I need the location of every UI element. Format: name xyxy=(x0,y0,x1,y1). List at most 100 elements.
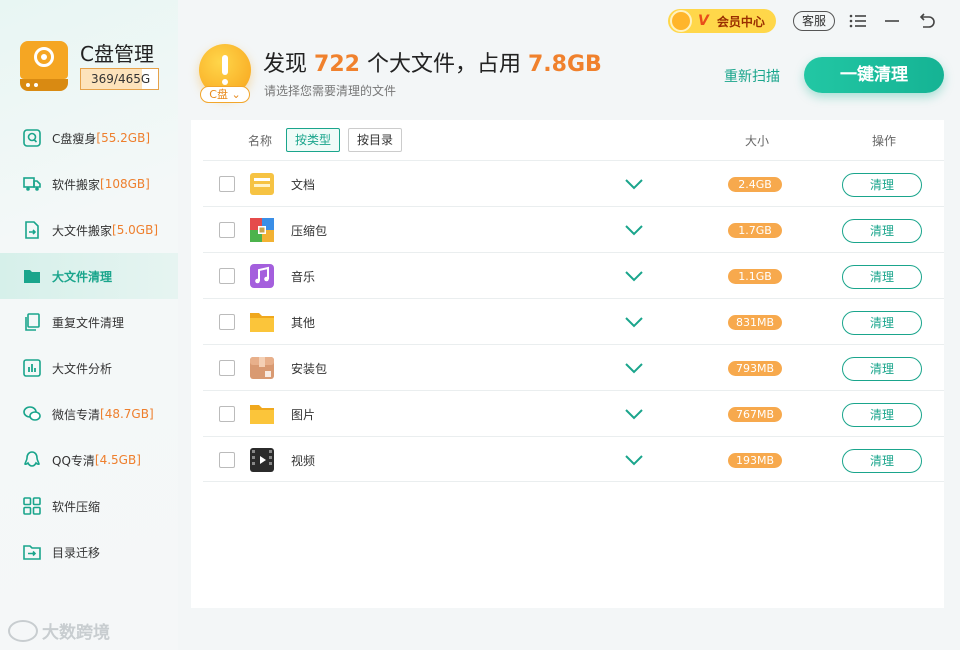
chevron-down-icon[interactable] xyxy=(623,404,645,424)
table-row: 压缩包 1.7GB 清理 xyxy=(203,206,944,252)
sidebar-item-directory-migrate[interactable]: 目录迁移 xyxy=(0,529,178,575)
sidebar-item-c-slim[interactable]: C盘瘦身 [55.2GB] xyxy=(0,115,178,161)
table-row: 文档 2.4GB 清理 xyxy=(203,160,944,206)
folder-migrate-icon xyxy=(22,542,42,562)
disk-usage-bar: 369/465G xyxy=(80,68,159,90)
row-name: 其他 xyxy=(291,316,316,330)
folder-icon xyxy=(249,401,275,427)
vip-badge: V xyxy=(698,13,709,29)
row-name: 安装包 xyxy=(291,362,328,376)
row-name: 音乐 xyxy=(291,270,316,284)
chevron-down-icon[interactable] xyxy=(623,358,645,378)
row-checkbox[interactable] xyxy=(219,314,235,330)
clean-button[interactable]: 清理 xyxy=(842,219,922,243)
tab-by-type[interactable]: 按类型 xyxy=(286,128,340,152)
column-action: 操作 xyxy=(872,134,897,148)
file-list-panel: 名称 按类型 按目录 大小 操作 文档 2.4GB 清理 压缩包 1.7GB 清… xyxy=(191,120,944,608)
clean-button[interactable]: 清理 xyxy=(842,311,922,335)
sidebar-item-label: 大文件搬家 xyxy=(52,223,113,238)
clean-button[interactable]: 清理 xyxy=(842,173,922,197)
menu-icon[interactable] xyxy=(847,10,869,32)
clean-button[interactable]: 清理 xyxy=(842,265,922,289)
sidebar-item-large-file-analysis[interactable]: 大文件分析 xyxy=(0,345,178,391)
row-checkbox[interactable] xyxy=(219,222,235,238)
table-row: 音乐 1.1GB 清理 xyxy=(203,252,944,298)
chevron-down-icon[interactable] xyxy=(623,266,645,286)
file-move-icon xyxy=(22,220,42,240)
row-checkbox[interactable] xyxy=(219,176,235,192)
back-icon[interactable] xyxy=(915,10,937,32)
clean-button[interactable]: 清理 xyxy=(842,403,922,427)
chevron-down-icon[interactable] xyxy=(623,450,645,470)
row-checkbox[interactable] xyxy=(219,452,235,468)
row-name: 视频 xyxy=(291,454,316,468)
size-badge: 831MB xyxy=(728,315,782,330)
size-badge: 1.7GB xyxy=(728,223,782,238)
sidebar-item-label: 重复文件清理 xyxy=(52,315,125,330)
sidebar-item-software-compress[interactable]: 软件压缩 xyxy=(0,483,178,529)
magnifier-icon xyxy=(22,128,42,148)
column-size: 大小 xyxy=(745,134,770,148)
folder-icon xyxy=(249,309,275,335)
sidebar-item-size: [108GB] xyxy=(100,177,150,191)
sidebar-item-large-file-clean[interactable]: 大文件清理 xyxy=(0,253,178,299)
file-count: 722 xyxy=(314,52,360,77)
truck-icon xyxy=(22,174,42,194)
row-checkbox[interactable] xyxy=(219,268,235,284)
size-badge: 193MB xyxy=(728,453,782,468)
headline-mid: 个大文件，占用 xyxy=(366,52,521,77)
video-icon xyxy=(249,447,275,473)
app-title: C盘管理 xyxy=(80,42,154,66)
hard-drive-logo-icon xyxy=(20,41,68,91)
sidebar-item-label: C盘瘦身 xyxy=(52,131,97,146)
chevron-down-icon[interactable] xyxy=(623,174,645,194)
table-row: 视频 193MB 清理 xyxy=(203,436,944,482)
size-badge: 2.4GB xyxy=(728,177,782,192)
sidebar-item-label: 软件搬家 xyxy=(52,177,101,192)
minimize-icon[interactable] xyxy=(881,10,903,32)
watermark-logo-icon xyxy=(8,619,38,642)
total-size: 7.8GB xyxy=(527,52,602,77)
watermark: 大数跨境 xyxy=(8,618,110,643)
row-checkbox[interactable] xyxy=(219,406,235,422)
sidebar-item-label: 大文件清理 xyxy=(52,269,113,284)
chevron-down-icon[interactable] xyxy=(623,220,645,240)
sidebar-item-large-file-move[interactable]: 大文件搬家 [5.0GB] xyxy=(0,207,178,253)
size-badge: 767MB xyxy=(728,407,782,422)
sidebar-item-label: 大文件分析 xyxy=(52,361,113,376)
sidebar-item-qq-clean[interactable]: QQ专清 [4.5GB] xyxy=(0,437,178,483)
headline-prefix: 发现 xyxy=(263,52,308,77)
document-icon xyxy=(249,171,275,197)
chart-icon xyxy=(22,358,42,378)
sidebar: C盘管理 369/465G C盘瘦身 [55.2GB] 软件搬家 [108GB] 大… xyxy=(0,0,178,650)
music-icon xyxy=(249,263,275,289)
customer-service-button[interactable]: 客服 xyxy=(793,11,835,31)
chevron-down-icon[interactable] xyxy=(623,312,645,332)
sidebar-item-size: [5.0GB] xyxy=(112,223,158,237)
sidebar-item-wechat-clean[interactable]: 微信专清 [48.7GB] xyxy=(0,391,178,437)
drive-selector[interactable]: C盘 ⌄ xyxy=(200,86,250,103)
vip-avatar-icon xyxy=(670,10,692,32)
column-name: 名称 xyxy=(248,134,273,148)
clean-button[interactable]: 清理 xyxy=(842,357,922,381)
qq-icon xyxy=(22,450,42,470)
subtitle: 请选择您需要清理的文件 xyxy=(264,84,397,98)
sidebar-item-label: 微信专清 xyxy=(52,407,101,422)
chevron-down-icon: ⌄ xyxy=(231,88,241,101)
sidebar-item-software-move[interactable]: 软件搬家 [108GB] xyxy=(0,161,178,207)
sidebar-item-label: QQ专清 xyxy=(52,453,95,468)
warning-badge: C盘 ⌄ xyxy=(197,44,253,104)
sidebar-item-size: [4.5GB] xyxy=(94,453,141,467)
vip-label: 会员中心 xyxy=(716,14,765,29)
clean-all-button[interactable]: 一键清理 xyxy=(804,57,944,93)
vip-center-button[interactable]: V 会员中心 xyxy=(668,9,776,33)
table-row: 图片 767MB 清理 xyxy=(203,390,944,436)
tab-by-directory[interactable]: 按目录 xyxy=(348,128,402,152)
row-name: 图片 xyxy=(291,408,316,422)
clean-button[interactable]: 清理 xyxy=(842,449,922,473)
grid-icon xyxy=(22,496,42,516)
sidebar-item-duplicate-clean[interactable]: 重复文件清理 xyxy=(0,299,178,345)
package-icon xyxy=(249,355,275,381)
rescan-link[interactable]: 重新扫描 xyxy=(724,66,780,86)
row-checkbox[interactable] xyxy=(219,360,235,376)
